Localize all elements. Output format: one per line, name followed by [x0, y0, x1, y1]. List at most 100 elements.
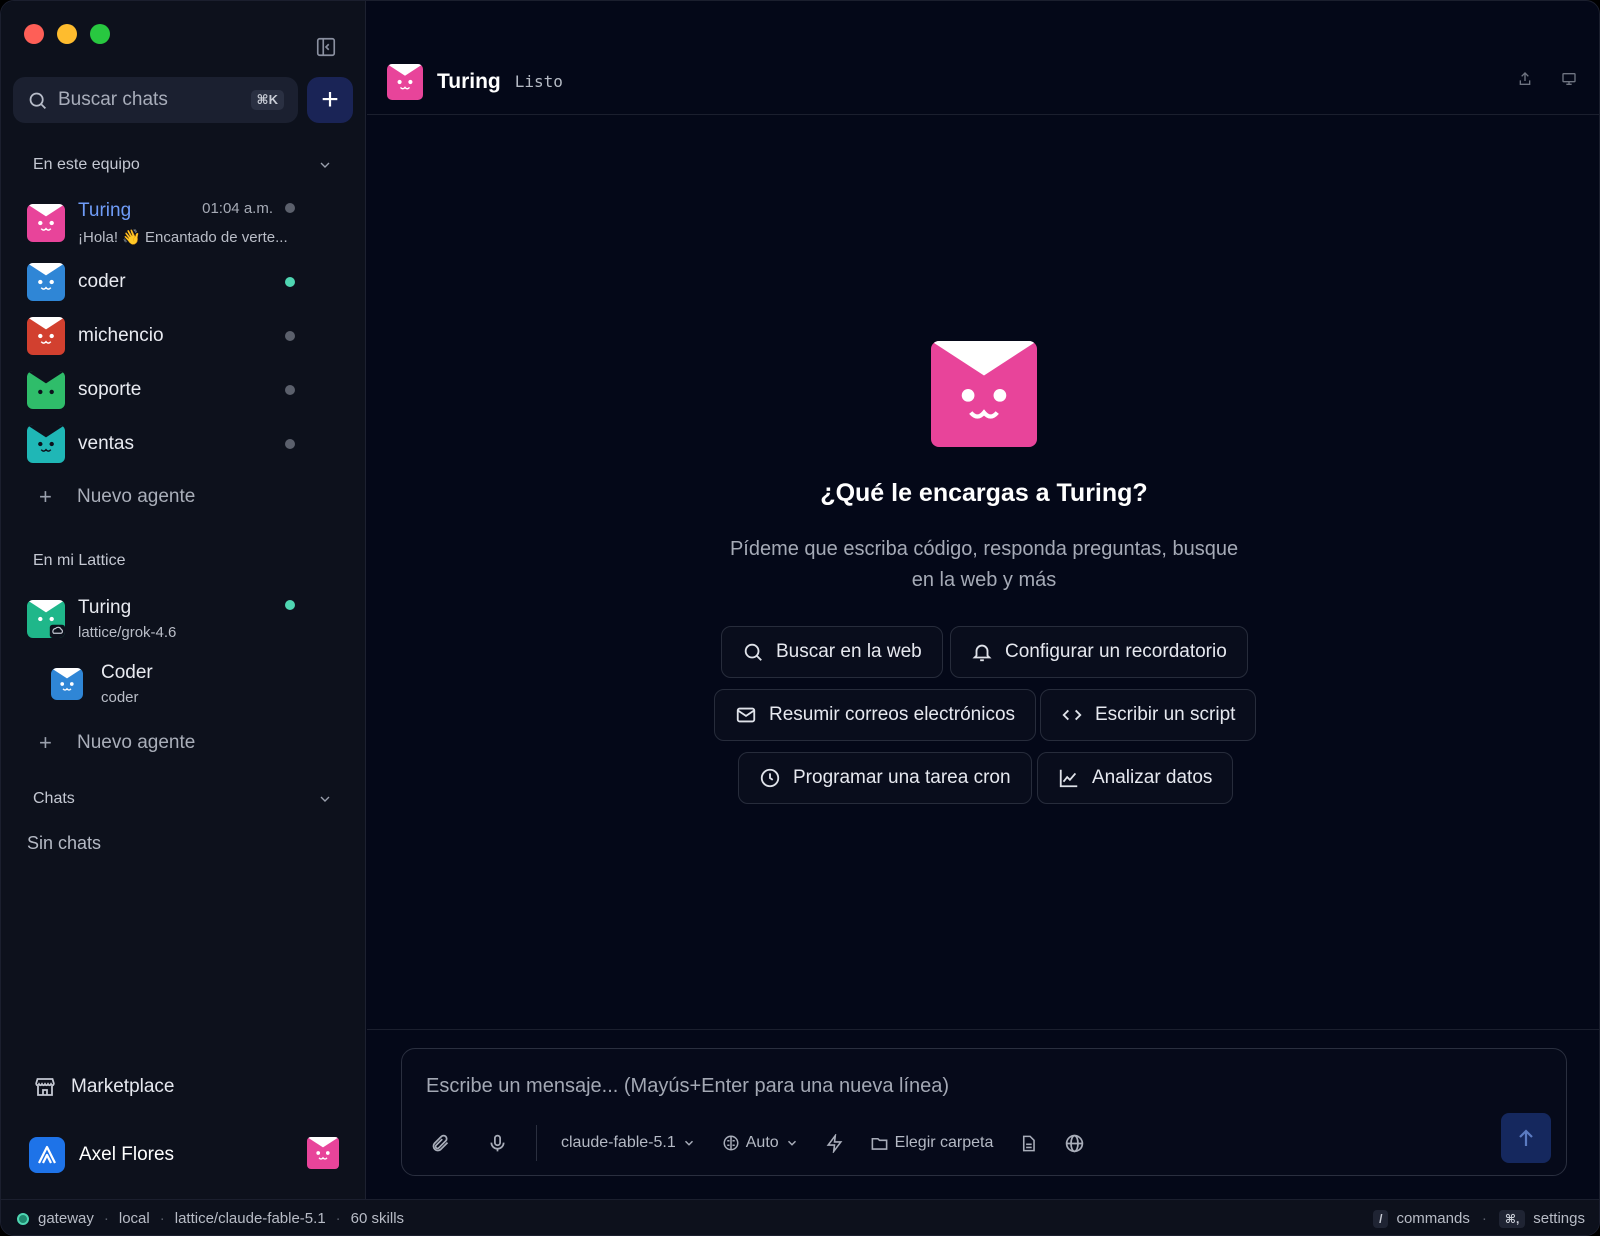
- maximize-window-button[interactable]: [90, 24, 110, 44]
- sidebar-collapse-icon[interactable]: [315, 36, 337, 58]
- avatar: [27, 204, 65, 242]
- attach-button[interactable]: [430, 1133, 451, 1154]
- agent-item-turing-lattice[interactable]: Turing lattice/grok-4.6: [27, 596, 327, 642]
- sidebar: Buscar chats ⌘K + En este equipo Turing …: [1, 1, 366, 1199]
- agent-item-turing[interactable]: Turing ¡Hola! 👋 Encantado de verte... 01…: [27, 200, 327, 246]
- share-icon[interactable]: [1517, 71, 1533, 87]
- choose-folder-button[interactable]: Elegir carpeta: [870, 1134, 994, 1153]
- clock-icon: [760, 768, 780, 788]
- agent-model: lattice/grok-4.6: [78, 624, 177, 641]
- agent-item-michencio[interactable]: michencio: [27, 317, 327, 355]
- avatar: [27, 317, 65, 355]
- agent-item-ventas[interactable]: ventas: [27, 425, 327, 463]
- new-agent-button-lattice[interactable]: + Nuevo agente: [39, 730, 195, 756]
- brain-icon: [723, 1135, 739, 1151]
- agent-time: 01:04 a.m.: [202, 200, 273, 217]
- plus-icon: +: [321, 83, 339, 116]
- status-dot: [285, 385, 295, 395]
- agent-name: Turing: [78, 597, 132, 618]
- toolbar-divider: [536, 1125, 537, 1161]
- chevron-down-icon: [320, 162, 330, 168]
- hero-subtitle: Pídeme que escriba código, responda preg…: [729, 538, 1239, 591]
- send-button[interactable]: [1501, 1113, 1551, 1163]
- suggestion-label: Buscar en la web: [776, 641, 922, 662]
- new-agent-label: Nuevo agente: [77, 732, 196, 753]
- search-chats-input[interactable]: Buscar chats ⌘K: [13, 77, 298, 123]
- arrow-up-icon: [1519, 1129, 1533, 1146]
- chevron-down-icon: [320, 796, 330, 802]
- divider: [367, 1029, 1599, 1030]
- monitor-icon[interactable]: [1561, 71, 1577, 87]
- model-label: claude-fable-5.1: [561, 1134, 676, 1151]
- message-composer[interactable]: Escribe un mensaje... (Mayús+Enter para …: [401, 1048, 1567, 1176]
- status-dot: [285, 331, 295, 341]
- chat-header: Turing Listo: [367, 49, 1599, 115]
- status-dot: [285, 203, 295, 213]
- gateway-label: gateway: [38, 1210, 94, 1227]
- active-agent-avatar[interactable]: [307, 1137, 339, 1169]
- window-controls: [24, 24, 110, 44]
- status-dot: [285, 600, 295, 610]
- agent-preview: ¡Hola! 👋 Encantado de verte...: [78, 229, 288, 246]
- suggestion-summarize-mail[interactable]: Resumir correos electrónicos: [714, 689, 1037, 741]
- folder-icon: [871, 1137, 888, 1150]
- search-icon: [29, 92, 46, 109]
- settings-link[interactable]: settings: [1533, 1210, 1585, 1227]
- avatar: [27, 600, 65, 638]
- suggestion-label: Configurar un recordatorio: [1005, 641, 1227, 662]
- empty-state: ¿Qué le encargas a Turing? Pídeme que es…: [367, 341, 1599, 596]
- no-chats-text: Sin chats: [27, 833, 102, 853]
- microphone-button[interactable]: [487, 1133, 508, 1154]
- agent-item-soporte[interactable]: soporte: [27, 371, 327, 409]
- suggestion-write-script[interactable]: Escribir un script: [1040, 689, 1257, 741]
- agent-item-coder-lattice[interactable]: Coder coder: [51, 661, 351, 707]
- section-team-header[interactable]: En este equipo: [33, 156, 333, 174]
- search-icon: [744, 643, 762, 661]
- env-label: local: [118, 1210, 150, 1227]
- agent-name: Coder: [101, 662, 153, 683]
- web-search-toggle[interactable]: [1064, 1133, 1085, 1154]
- search-shortcut: ⌘K: [250, 90, 284, 110]
- mail-icon: [736, 707, 756, 723]
- globe-icon: [1066, 1134, 1084, 1152]
- section-chats-label: Chats: [33, 790, 75, 807]
- avatar: [27, 263, 65, 301]
- plus-icon: +: [39, 484, 52, 509]
- suggestion-search-web[interactable]: Buscar en la web: [721, 626, 943, 678]
- mode-selector[interactable]: Auto: [722, 1134, 799, 1152]
- document-icon: [1023, 1135, 1036, 1151]
- suggestion-analyze-data[interactable]: Analizar datos: [1037, 752, 1234, 804]
- gateway-status-dot: [17, 1212, 29, 1225]
- bell-icon: [972, 644, 992, 662]
- agent-name: michencio: [78, 325, 164, 346]
- document-button[interactable]: [1019, 1134, 1038, 1153]
- agent-item-coder[interactable]: coder: [27, 263, 327, 301]
- model-selector[interactable]: claude-fable-5.1: [561, 1134, 696, 1152]
- model-label: lattice/claude-fable-5.1: [174, 1210, 326, 1227]
- settings-key: ⌘,: [1498, 1209, 1526, 1228]
- code-icon: [1062, 709, 1082, 721]
- hero-title: ¿Qué le encargas a Turing?: [820, 479, 1148, 507]
- new-chat-button[interactable]: +: [307, 77, 353, 123]
- avatar: [51, 668, 83, 700]
- close-window-button[interactable]: [24, 24, 44, 44]
- suggestion-cron[interactable]: Programar una tarea cron: [738, 752, 1032, 804]
- commands-link[interactable]: commands: [1396, 1210, 1469, 1227]
- section-chats-header[interactable]: Chats: [33, 790, 333, 808]
- folder-label: Elegir carpeta: [894, 1134, 994, 1151]
- minimize-window-button[interactable]: [57, 24, 77, 44]
- suggestion-reminder[interactable]: Configurar un recordatorio: [950, 626, 1248, 678]
- suggestion-label: Programar una tarea cron: [793, 767, 1011, 788]
- quick-action-button[interactable]: [825, 1133, 844, 1153]
- agent-avatar: [387, 63, 423, 100]
- microphone-icon: [490, 1134, 505, 1151]
- suggestion-label: Escribir un script: [1095, 704, 1236, 725]
- new-agent-button-team[interactable]: + Nuevo agente: [39, 484, 195, 510]
- marketplace-label: Marketplace: [71, 1076, 175, 1097]
- user-profile[interactable]: Axel Flores: [29, 1137, 339, 1173]
- plus-icon: +: [39, 730, 52, 755]
- marketplace-link[interactable]: Marketplace: [33, 1075, 175, 1099]
- store-icon: [35, 1078, 55, 1096]
- lightning-icon: [826, 1133, 843, 1153]
- message-input[interactable]: Escribe un mensaje... (Mayús+Enter para …: [426, 1075, 949, 1098]
